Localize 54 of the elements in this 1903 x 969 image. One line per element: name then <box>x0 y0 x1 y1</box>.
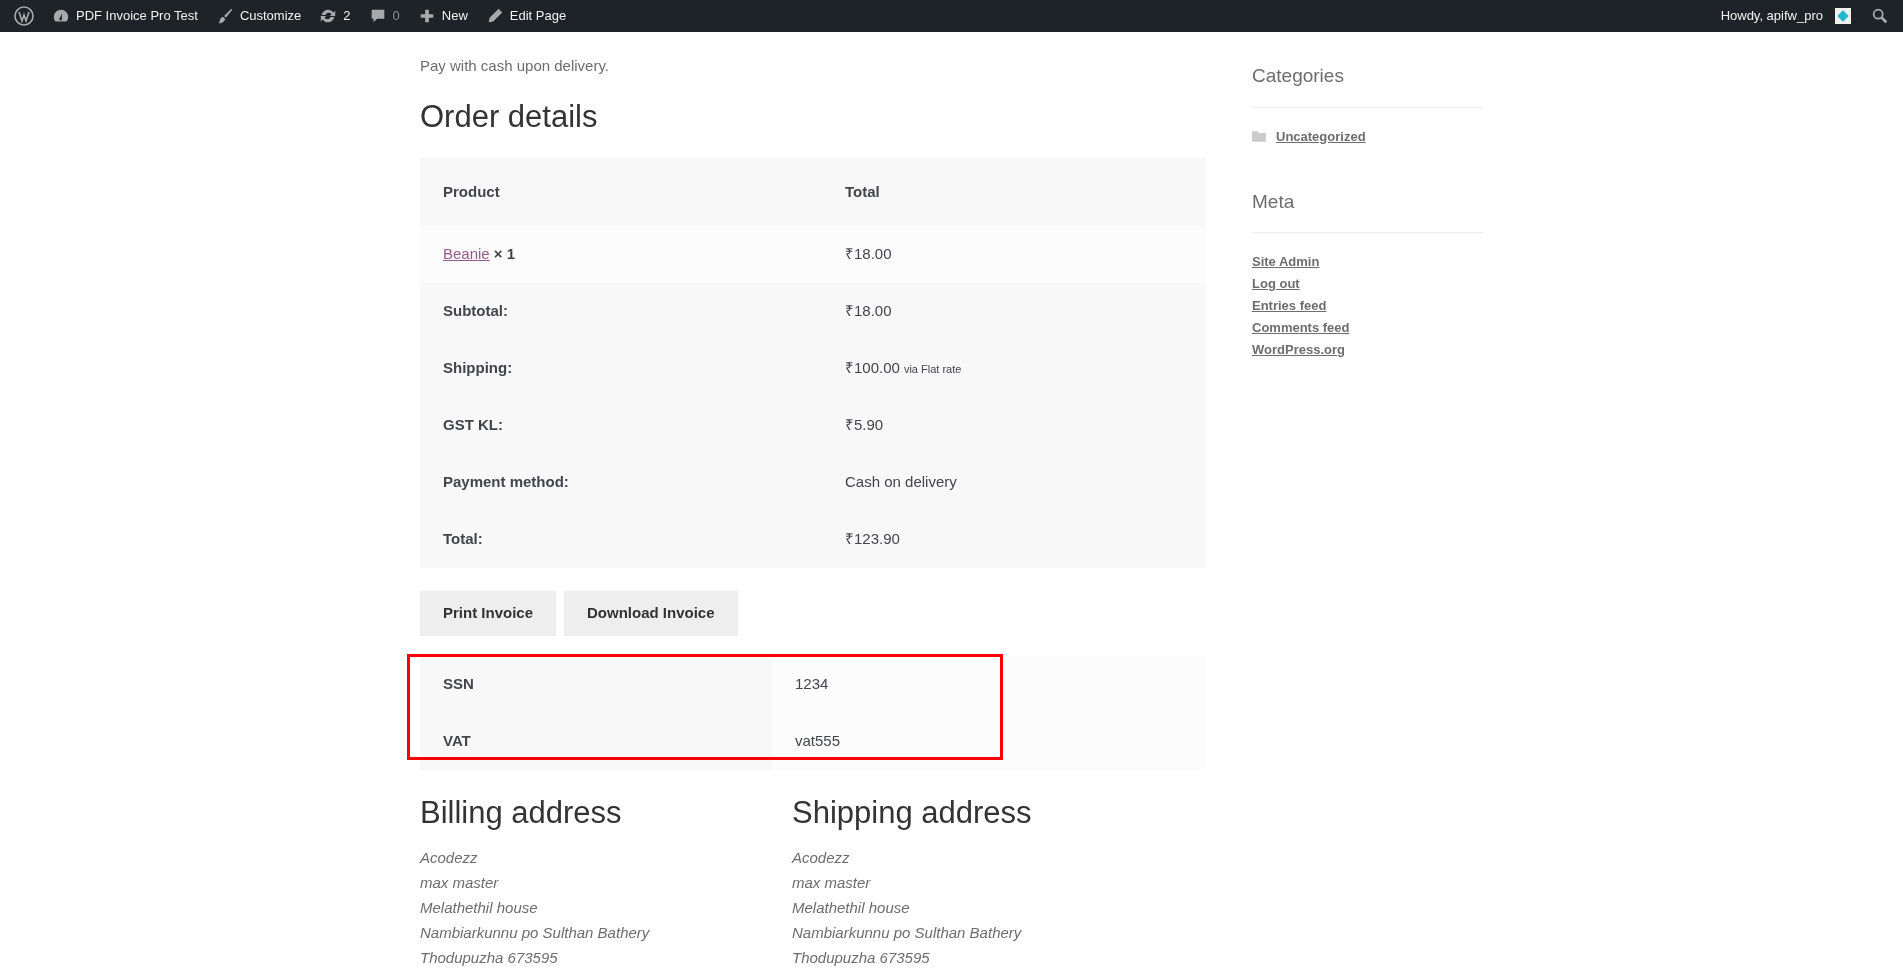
sidebar-link[interactable]: Uncategorized <box>1276 125 1366 148</box>
totals-value: ₹5.90 <box>845 415 884 436</box>
admin-bar-item[interactable]: 0 <box>368 6 400 26</box>
search-icon[interactable] <box>1871 7 1889 25</box>
address-line: Thodupuzha 673595 <box>420 947 559 968</box>
wordpress-logo-icon[interactable] <box>14 6 34 26</box>
totals-label: Shipping: <box>442 358 514 379</box>
totals-label: Subtotal: <box>442 301 509 322</box>
totals-label: Total: <box>442 529 484 550</box>
address-line: Acodezz <box>420 847 479 868</box>
invoice-button[interactable]: Print Invoice <box>420 591 557 636</box>
address-line: Melathethil house <box>792 897 911 918</box>
admin-bar-item[interactable]: Edit Page <box>485 6 567 26</box>
avatar-icon <box>1835 8 1851 24</box>
address-line: Thodupuzha 673595 <box>792 947 931 968</box>
column-header: Product <box>442 181 501 202</box>
widget-title: Categories <box>1252 62 1483 108</box>
totals-value: ₹100.00 <box>845 358 900 379</box>
field-label: VAT <box>420 713 772 770</box>
product-quantity: × 1 <box>493 244 515 265</box>
admin-bar-item[interactable]: 2 <box>319 6 351 26</box>
column-header: Total <box>844 181 881 202</box>
address-line: Melathethil house <box>420 897 539 918</box>
totals-value: Cash on delivery <box>845 472 957 493</box>
sidebar-link[interactable]: Entries feed <box>1252 295 1327 317</box>
address-line: max master <box>792 872 872 893</box>
sidebar-link[interactable]: Site Admin <box>1252 251 1320 273</box>
folder-icon <box>1252 131 1266 142</box>
shipping-method-note: via Flat rate <box>903 362 962 378</box>
address-heading: Billing address <box>420 794 623 832</box>
widget-title: Meta <box>1252 187 1483 233</box>
admin-bar-item[interactable]: PDF Invoice Pro Test <box>52 6 198 26</box>
totals-label: GST KL: <box>442 415 504 436</box>
section-heading: Order details <box>420 97 599 136</box>
table-cell-text: ₹18.00 <box>844 244 893 265</box>
address-line: Nambiarkunnu po Sulthan Bathery <box>792 922 1023 943</box>
sidebar-link[interactable]: Comments feed <box>1252 317 1350 339</box>
invoice-button[interactable]: Download Invoice <box>564 591 738 636</box>
admin-bar-item[interactable]: New <box>417 6 468 26</box>
totals-label: Payment method: <box>442 472 570 493</box>
sidebar-link[interactable]: WordPress.org <box>1252 339 1345 361</box>
totals-value: ₹18.00 <box>845 301 892 322</box>
address-heading: Shipping address <box>792 794 1033 832</box>
refresh-icon <box>319 7 338 25</box>
product-link[interactable]: Beanie <box>443 243 490 266</box>
address-line: Acodezz <box>792 847 851 868</box>
sidebar-link[interactable]: Log out <box>1252 273 1300 295</box>
field-label: SSN <box>420 656 772 713</box>
admin-bar-item[interactable]: Customize <box>215 6 302 26</box>
totals-value: ₹123.90 <box>845 529 900 550</box>
address-line: max master <box>420 872 500 893</box>
payment-note: Pay with cash upon delivery. <box>420 56 610 76</box>
address-line: Nambiarkunnu po Sulthan Bathery <box>420 922 651 943</box>
account-greeting[interactable]: Howdy, apifw_pro <box>1720 6 1823 26</box>
